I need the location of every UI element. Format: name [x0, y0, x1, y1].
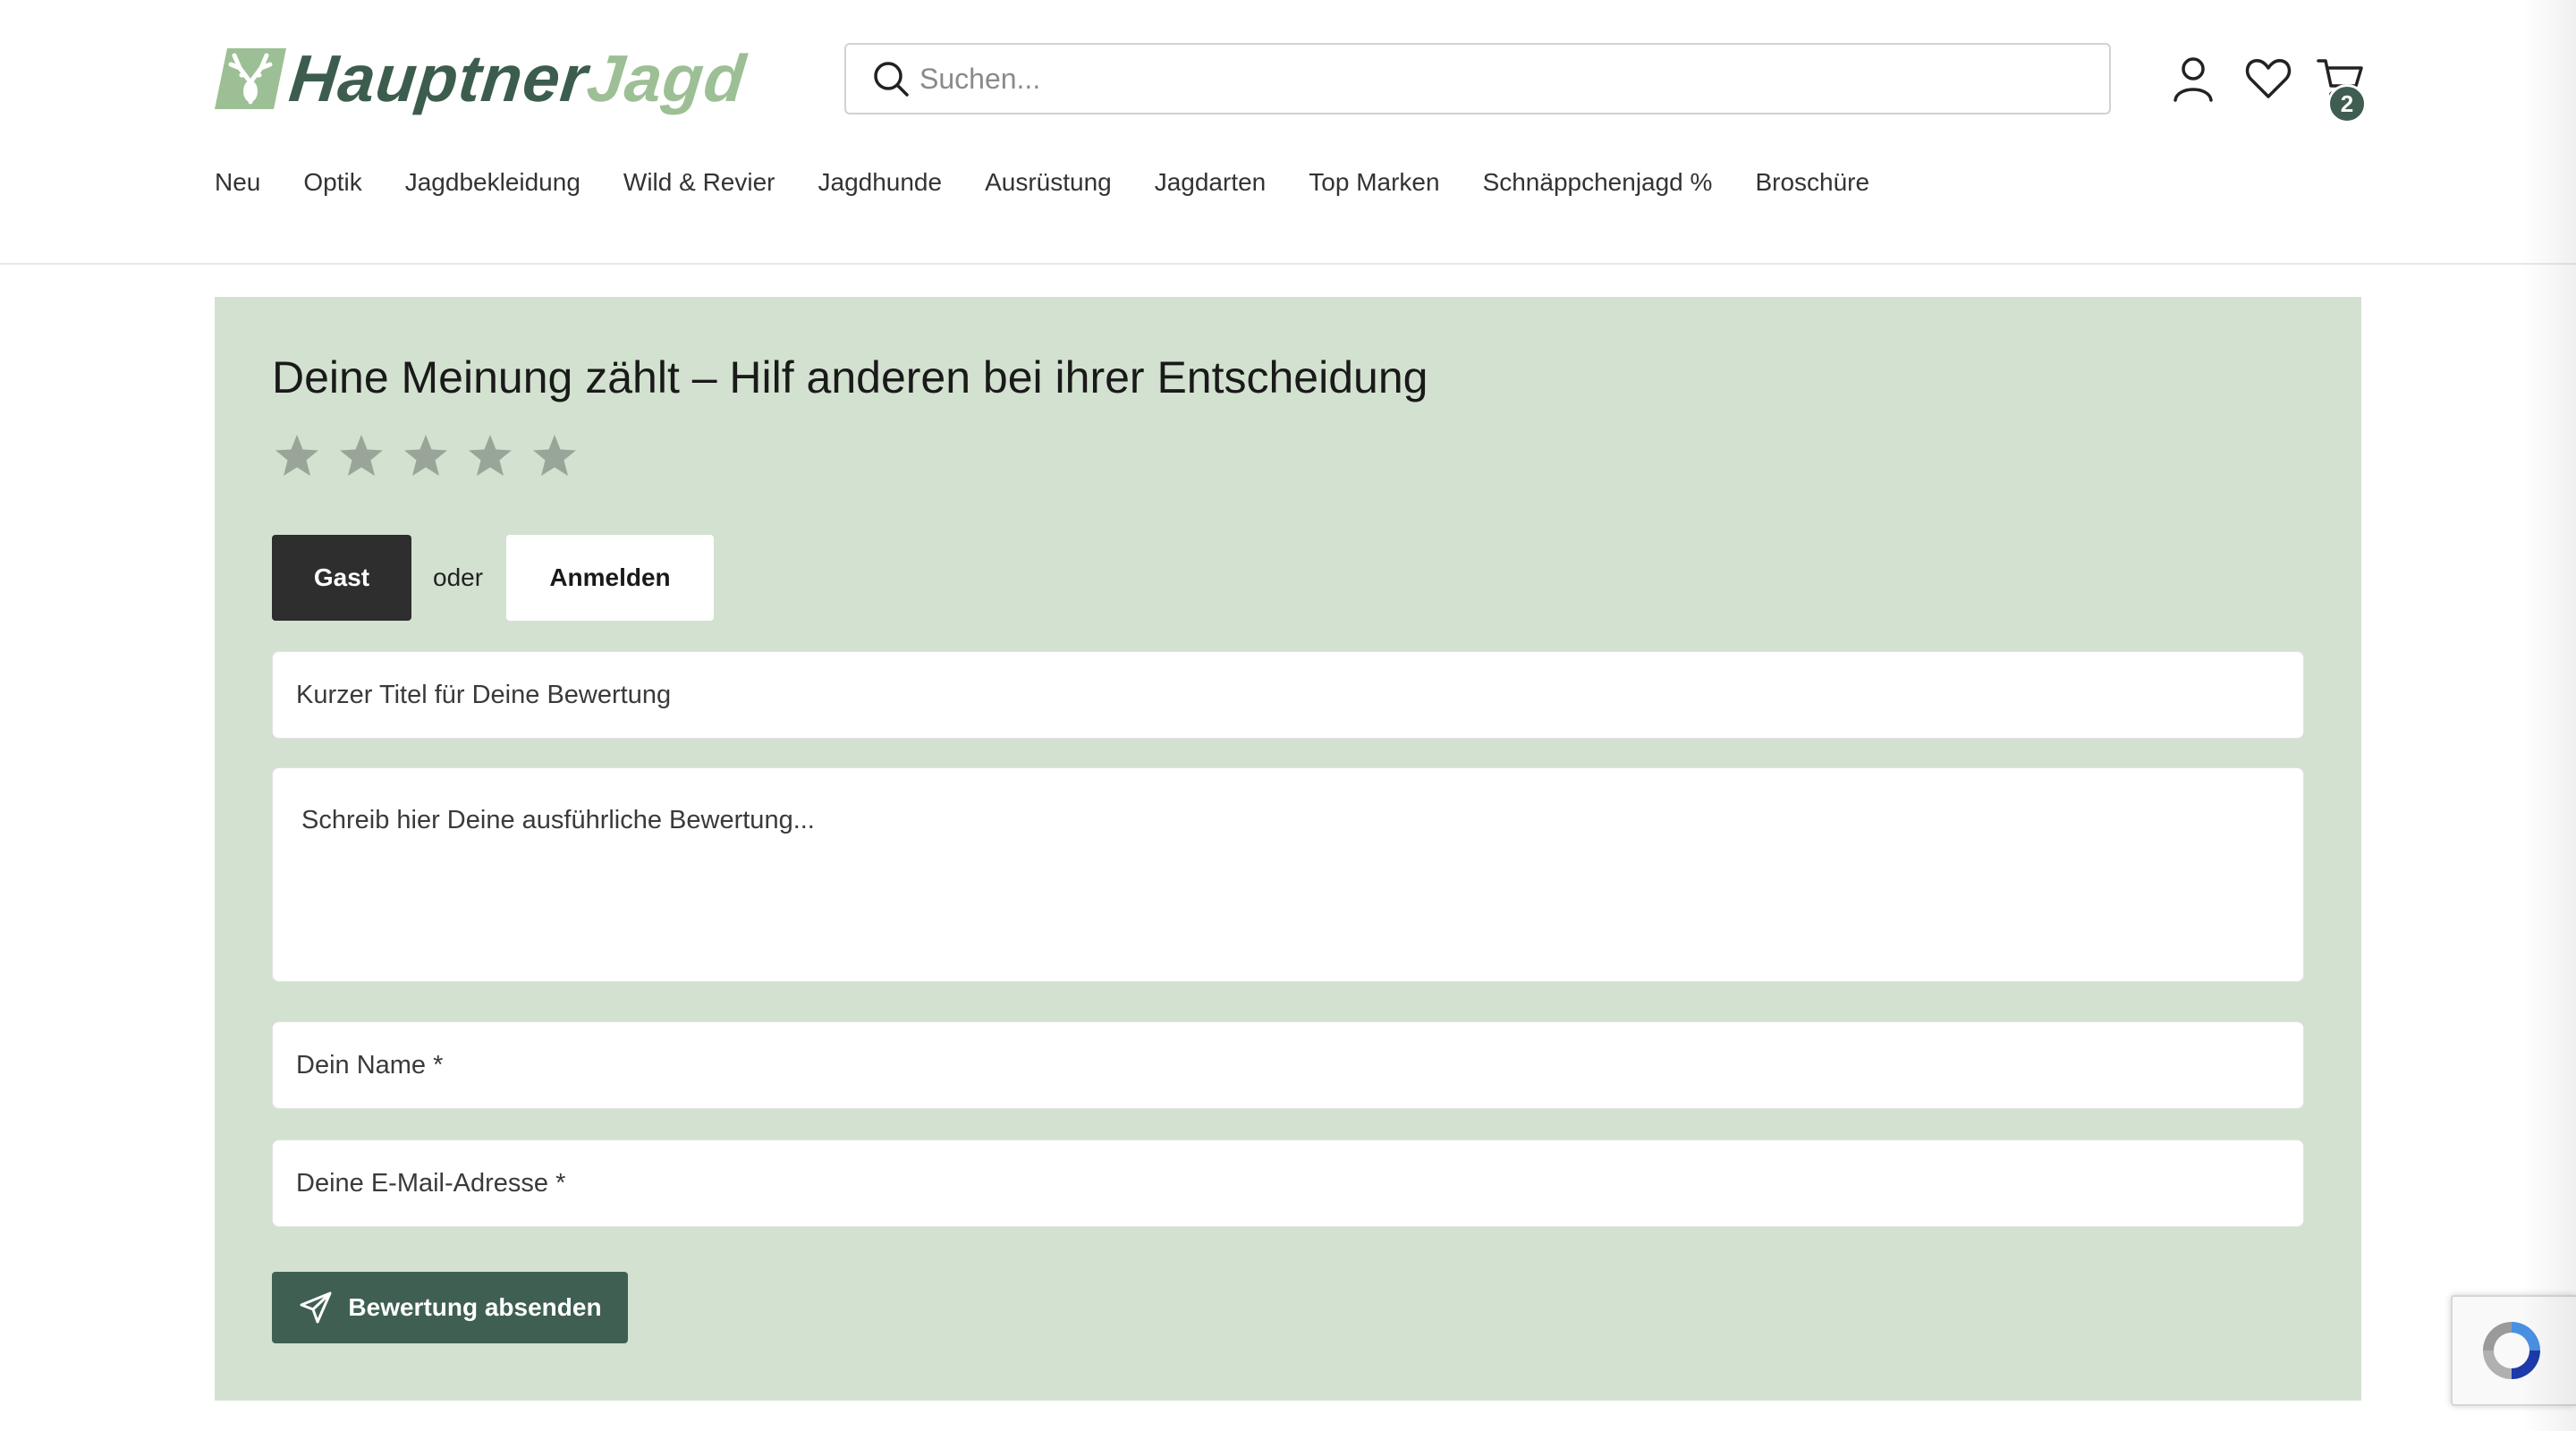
deer-antler-icon	[215, 48, 286, 109]
site-logo[interactable]: HauptnerJagd	[215, 41, 787, 115]
nav-item-broschuere[interactable]: Broschüre	[1755, 165, 1869, 200]
star-icon	[404, 435, 447, 476]
star-rating[interactable]	[272, 431, 594, 481]
search-icon[interactable]	[871, 59, 911, 98]
star-icon	[275, 435, 318, 476]
heart-icon	[2245, 59, 2292, 98]
rating-star-4[interactable]	[465, 431, 515, 481]
logo-word-hauptner: Hauptner	[285, 41, 592, 115]
review-text-area[interactable]	[272, 767, 2304, 982]
login-button[interactable]: Anmelden	[506, 535, 714, 621]
guest-button[interactable]: Gast	[272, 535, 411, 621]
nav-item-jagdbekleidung[interactable]: Jagdbekleidung	[405, 165, 580, 200]
name-input[interactable]	[272, 1021, 2304, 1109]
nav-item-optik[interactable]: Optik	[303, 165, 361, 200]
nav-item-schnaeppchenjagd[interactable]: Schnäppchenjagd %	[1483, 165, 1713, 200]
rating-star-1[interactable]	[272, 431, 322, 481]
search-input[interactable]	[919, 52, 2082, 106]
nav-item-jagdhunde[interactable]: Jagdhunde	[818, 165, 943, 200]
or-label: oder	[433, 563, 484, 591]
rating-star-3[interactable]	[401, 431, 451, 481]
nav-item-neu[interactable]: Neu	[215, 165, 260, 200]
star-icon	[340, 435, 383, 476]
review-form-title: Deine Meinung zählt – Hilf anderen bei i…	[272, 352, 1428, 402]
recaptcha-icon	[2483, 1322, 2540, 1379]
cart-count-badge: 2	[2327, 84, 2367, 123]
recaptcha-badge[interactable]	[2451, 1295, 2576, 1406]
nav-item-top-marken[interactable]: Top Marken	[1309, 165, 1439, 200]
email-input[interactable]	[272, 1139, 2304, 1227]
rating-star-5[interactable]	[530, 431, 580, 481]
nav-item-wild-revier[interactable]: Wild & Revier	[623, 165, 775, 200]
logo-word-jagd: Jagd	[583, 41, 750, 115]
submit-review-label: Bewertung absenden	[348, 1293, 602, 1321]
account-button[interactable]	[2168, 54, 2218, 104]
nav-item-ausruestung[interactable]: Ausrüstung	[985, 165, 1112, 200]
star-icon	[469, 435, 512, 476]
review-title-input[interactable]	[272, 651, 2304, 739]
rating-star-2[interactable]	[336, 431, 386, 481]
main-navigation: Neu Optik Jagdbekleidung Wild & Revier J…	[215, 165, 1912, 200]
send-icon	[300, 1291, 332, 1324]
site-header: HauptnerJagd 2 Neu Optik Jagdbekleidung …	[0, 0, 2576, 265]
nav-item-jagdarten[interactable]: Jagdarten	[1155, 165, 1267, 200]
review-form-panel: Deine Meinung zählt – Hilf anderen bei i…	[215, 297, 2361, 1401]
wishlist-button[interactable]	[2243, 54, 2293, 104]
star-icon	[533, 435, 576, 476]
search-bar[interactable]	[844, 43, 2111, 114]
logo-wordmark: HauptnerJagd	[286, 41, 750, 115]
user-icon	[2174, 57, 2213, 102]
submit-review-button[interactable]: Bewertung absenden	[272, 1272, 628, 1343]
